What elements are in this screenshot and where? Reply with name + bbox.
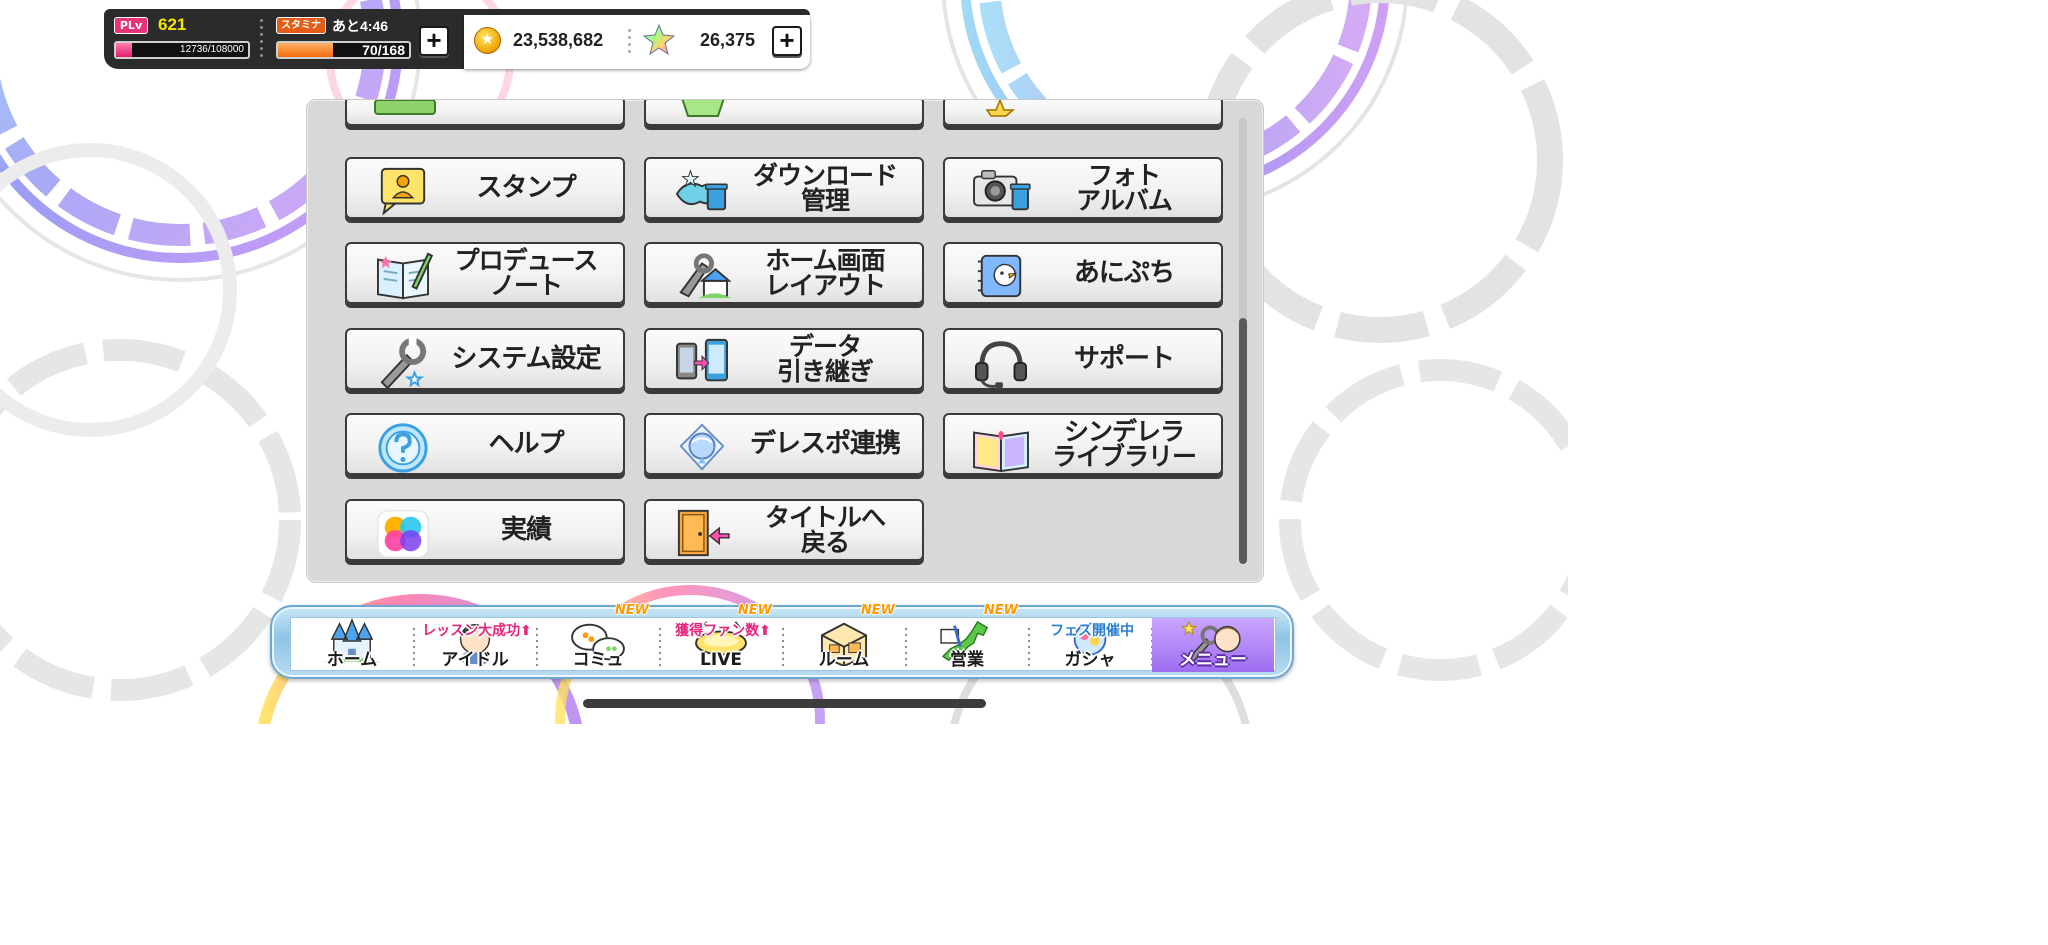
nav-item-idol[interactable]: レッスン大成功⬆ アイドル	[414, 618, 536, 672]
headset-icon	[975, 341, 1027, 388]
player-level-badge: PLv	[114, 17, 148, 34]
menu-button-label: スタンプ	[476, 173, 576, 203]
menu-button-home-layout[interactable]: ホーム画面 レイアウト	[644, 242, 924, 304]
menu-button-headset[interactable]: サポート	[943, 328, 1223, 390]
cut-off-icon	[985, 100, 1015, 117]
status-divider	[260, 17, 263, 61]
nav-label: 営業	[950, 650, 984, 670]
bottom-nav-inner: ホーム レッスン大成功⬆ アイドル コミュ NEW 獲得ファン数⬆ LIVE NEW ルーム NE…	[290, 603, 1276, 672]
new-badge: NEW	[614, 603, 649, 618]
library-book-icon	[973, 430, 1029, 473]
wrench-icon	[380, 336, 427, 388]
jewel-plus-button[interactable]: +	[772, 26, 802, 56]
home-indicator[interactable]	[583, 699, 986, 708]
menu-button-label: プロデュース ノート	[454, 246, 599, 300]
stamp-icon	[380, 167, 426, 216]
stamina-progress-text: 70/168	[362, 42, 405, 58]
currency-divider	[628, 27, 631, 57]
nav-promo-text: レッスン大成功⬆	[422, 623, 532, 639]
stamina-timer: あと4:46	[332, 18, 389, 34]
menu-button-library-book[interactable]: シンデレラ ライブラリー	[943, 413, 1223, 475]
menu-button-label: ヘルプ	[488, 429, 564, 459]
home-layout-icon	[679, 253, 732, 299]
nav-item-japan-map[interactable]: 営業 NEW	[906, 603, 1028, 672]
menu-button-label: 実績	[500, 515, 552, 545]
exit-door-icon	[677, 509, 730, 557]
menu-button-wrench[interactable]: システム設定	[345, 328, 625, 390]
new-badge: NEW	[983, 603, 1018, 618]
nav-label: メニュー	[1179, 650, 1247, 670]
exp-progress-fill	[116, 43, 132, 57]
money-coin-icon: ★	[474, 27, 501, 54]
nav-label: アイドル	[441, 650, 509, 670]
menu-button-cut-off[interactable]	[943, 100, 1223, 126]
menu-button-camera-album[interactable]: フォト アルバム	[943, 157, 1223, 219]
menu-button-label: シンデレラ ライブラリー	[1051, 417, 1197, 471]
new-badge: NEW	[860, 603, 895, 618]
player-level-value: 621	[158, 15, 187, 34]
menu-button-data-transfer[interactable]: データ 引き継ぎ	[644, 328, 924, 390]
menu-button-cut-off[interactable]	[644, 100, 924, 126]
nav-item-live[interactable]: 獲得ファン数⬆ LIVE NEW	[660, 603, 782, 672]
menu-button-label: データ 引き継ぎ	[776, 332, 874, 386]
download-manage-icon	[675, 169, 728, 211]
anipuchi-icon	[977, 254, 1022, 298]
menu-panel: スタンプ ダウンロード 管理 フォト アルバムプロデュース ノート ホーム画面 レイア…	[306, 99, 1264, 583]
menu-button-help[interactable]: ヘルプ	[345, 413, 625, 475]
menu-button-label: ダウンロード 管理	[752, 161, 898, 215]
nav-item-gacha[interactable]: フェス開催中 ガシャ	[1029, 618, 1151, 672]
achievements-icon	[377, 510, 429, 558]
stamina-progress-bar: 70/168	[276, 41, 411, 59]
menu-button-label: システム設定	[451, 344, 601, 374]
menu-button-cut-off[interactable]	[345, 100, 625, 126]
camera-album-icon	[973, 170, 1031, 211]
nav-item-chat-bubbles[interactable]: コミュ NEW	[537, 603, 659, 672]
nav-label: ガシャ	[1064, 650, 1116, 670]
nav-item-castle[interactable]: ホーム	[291, 618, 413, 672]
exp-progress-text: 12736/108000	[180, 44, 244, 55]
nav-promo-text: フェス開催中	[1050, 623, 1134, 639]
menu-button-label: フォト アルバム	[1076, 161, 1173, 215]
bottom-nav-bar: ホーム レッスン大成功⬆ アイドル コミュ NEW 獲得ファン数⬆ LIVE NEW ルーム NE…	[270, 603, 1294, 679]
stamina-plus-button[interactable]: +	[419, 26, 449, 56]
menu-scrollbar-thumb[interactable]	[1239, 318, 1247, 564]
exp-progress-bar: 12736/108000	[114, 41, 250, 59]
menu-button-notebook[interactable]: プロデュース ノート	[345, 242, 625, 304]
new-badge: NEW	[737, 603, 772, 618]
money-value: 23,538,682	[513, 30, 604, 50]
jewel-value: 26,375	[700, 30, 756, 50]
star-jewel-icon	[642, 23, 676, 56]
nav-label: ルーム	[818, 650, 870, 670]
menu-button-download-manage[interactable]: ダウンロード 管理	[644, 157, 924, 219]
menu-button-label: ホーム画面 レイアウト	[764, 246, 886, 300]
notebook-icon	[377, 252, 433, 300]
stamina-badge: スタミナ	[276, 17, 326, 34]
menu-button-label: タイトルへ 戻る	[764, 503, 886, 557]
menu-button-label: デレスポ連携	[749, 429, 901, 459]
nav-label: コミュ	[572, 650, 624, 670]
menu-button-label: サポート	[1073, 344, 1175, 374]
menu-button-anipuchi[interactable]: あにぷち	[943, 242, 1223, 304]
deresupo-icon	[679, 423, 725, 471]
menu-button-stamp[interactable]: スタンプ	[345, 157, 625, 219]
help-icon	[378, 423, 428, 473]
nav-item-menu-wrench[interactable]: メニュー	[1152, 618, 1274, 672]
data-transfer-icon	[676, 338, 728, 382]
cut-off-icon	[681, 100, 725, 117]
menu-button-deresupo[interactable]: デレスポ連携	[644, 413, 924, 475]
menu-button-achievements[interactable]: 実績	[345, 499, 625, 561]
menu-button-label: あにぷち	[1073, 258, 1175, 288]
stamina-progress-fill	[278, 43, 333, 57]
cut-off-icon	[374, 100, 436, 115]
nav-promo-text: 獲得ファン数⬆	[675, 623, 771, 639]
nav-label: ホーム	[326, 650, 378, 670]
status-bar: PLv 621 12736/108000 スタミナ あと4:46 70/168 …	[104, 9, 810, 69]
nav-item-room[interactable]: ルーム NEW	[783, 603, 905, 672]
menu-button-exit-door[interactable]: タイトルへ 戻る	[644, 499, 924, 561]
nav-label: LIVE	[700, 650, 742, 670]
